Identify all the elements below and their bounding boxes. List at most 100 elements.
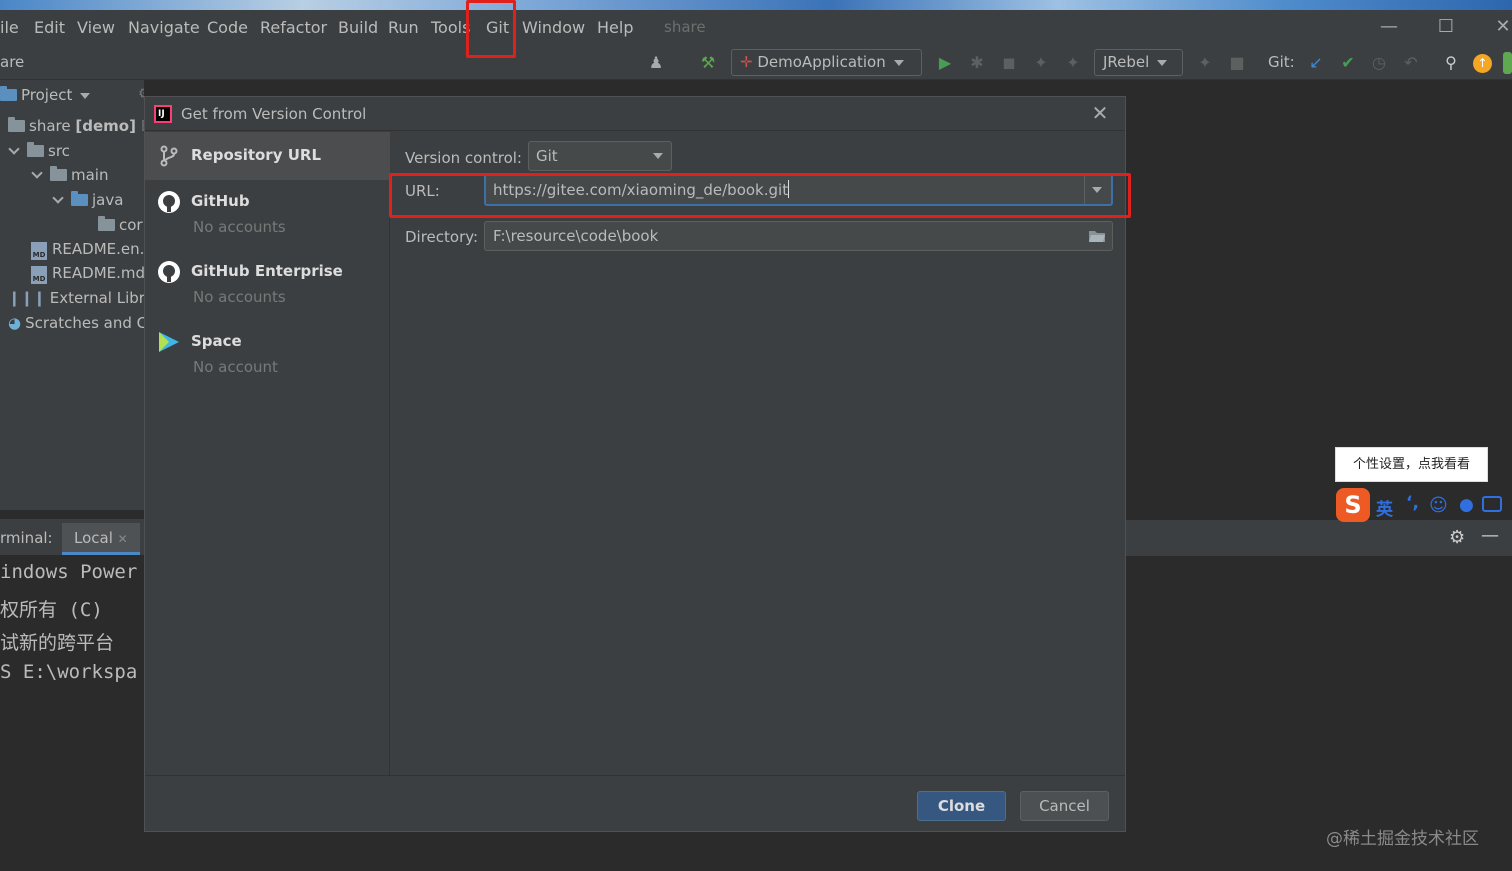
- tree-item-scratches[interactable]: ◕ Scratches and C: [8, 311, 144, 335]
- close-icon[interactable]: ✕: [1088, 101, 1112, 125]
- ime-toolbar: S 英 ‘, ☺ ●: [1336, 488, 1512, 522]
- git-label: Git:: [1268, 53, 1295, 71]
- menu-edit[interactable]: Edit: [34, 18, 65, 37]
- git-branch-icon: [160, 145, 178, 167]
- run-icon[interactable]: ▶: [934, 52, 956, 74]
- punctuation-icon[interactable]: ‘,: [1406, 493, 1419, 513]
- hide-panel-icon[interactable]: —: [1481, 525, 1499, 546]
- sidebar-item-github[interactable]: GitHub No accounts: [145, 182, 390, 248]
- sogou-logo-icon[interactable]: S: [1336, 488, 1370, 522]
- settings-gear-icon[interactable]: ⚙: [1449, 527, 1465, 548]
- terminal-line: 权所有 (C): [0, 599, 103, 621]
- keyboard-icon[interactable]: [1482, 496, 1502, 512]
- coverage-icon[interactable]: ◼: [998, 52, 1020, 74]
- terminal-line: 试新的跨平台: [0, 632, 115, 654]
- maximize-icon[interactable]: ☐: [1434, 16, 1458, 40]
- profile-icon[interactable]: ✦: [1030, 52, 1052, 74]
- tool-window-header: ⚙ —: [1126, 520, 1512, 556]
- debug-icon[interactable]: ✱: [966, 52, 988, 74]
- plugin-icon[interactable]: [1503, 52, 1512, 74]
- markdown-file-icon: MD: [31, 242, 47, 260]
- close-tab-icon[interactable]: ✕: [118, 532, 128, 546]
- dialog-title-bar: IJ Get from Version Control ✕: [145, 97, 1125, 131]
- terminal-line: S E:\workspa: [0, 661, 138, 683]
- directory-label: Directory:: [405, 228, 479, 246]
- git-update-icon[interactable]: ↙: [1305, 52, 1327, 74]
- stop-icon[interactable]: ■: [1226, 52, 1248, 74]
- jrebel-run-icon[interactable]: ✦: [1062, 52, 1084, 74]
- dialog-title: Get from Version Control: [181, 105, 367, 123]
- menu-window[interactable]: Window: [522, 18, 585, 37]
- library-icon: ❙❙❙: [8, 289, 46, 307]
- tree-item-src[interactable]: src: [8, 139, 70, 163]
- spring-config-icon: ✛: [740, 53, 753, 71]
- menu-view[interactable]: View: [77, 18, 115, 37]
- git-rollback-icon[interactable]: ↶: [1400, 52, 1422, 74]
- sidebar-item-label: Space: [191, 332, 242, 350]
- scratches-icon: ◕: [8, 314, 22, 332]
- terminal-label: rminal:: [0, 529, 53, 547]
- sidebar-item-sublabel: No account: [193, 358, 278, 376]
- github-icon: [158, 191, 180, 213]
- url-field-highlight: [389, 173, 1131, 218]
- update-icon[interactable]: ↑: [1473, 54, 1492, 73]
- sidebar-item-label: Repository URL: [191, 146, 321, 164]
- ime-language-toggle[interactable]: 英: [1376, 495, 1393, 520]
- dialog-footer: Clone Cancel: [145, 775, 1125, 831]
- tree-item-java[interactable]: java: [52, 188, 123, 212]
- watermark: @稀土掘金技术社区: [1326, 829, 1479, 849]
- sidebar-item-sublabel: No accounts: [193, 288, 286, 306]
- minimize-icon[interactable]: —: [1377, 16, 1401, 40]
- menu-bar: ile Edit View Navigate Code Refactor Bui…: [0, 10, 1512, 46]
- menu-run[interactable]: Run: [388, 18, 419, 37]
- desktop-wallpaper-strip: [0, 0, 1512, 10]
- nav-breadcrumb[interactable]: are: [0, 53, 24, 71]
- menu-navigate[interactable]: Navigate: [128, 18, 200, 37]
- browse-folder-icon[interactable]: [1088, 229, 1106, 243]
- directory-input[interactable]: F:\resource\code\book: [484, 221, 1113, 251]
- menu-refactor[interactable]: Refactor: [260, 18, 327, 37]
- terminal-tab-local[interactable]: Local ✕: [62, 523, 140, 555]
- git-menu-highlight: [466, 0, 516, 58]
- jrebel-select[interactable]: JRebel: [1094, 49, 1183, 76]
- repository-url-form: Version control: Git URL: https://gitee.…: [391, 132, 1125, 775]
- tree-item-external-libraries[interactable]: ❙❙❙External Librarie: [8, 286, 144, 310]
- project-view-select[interactable]: Project: [0, 86, 91, 104]
- user-icon[interactable]: ♟: [645, 52, 667, 74]
- terminal-line: indows Power: [0, 561, 138, 583]
- git-commit-icon[interactable]: ✔: [1337, 52, 1359, 74]
- cancel-button[interactable]: Cancel: [1020, 791, 1109, 821]
- project-view-label: Project: [21, 86, 73, 104]
- markdown-file-icon: MD: [31, 266, 47, 284]
- space-icon: [159, 332, 179, 352]
- git-history-icon[interactable]: ◷: [1368, 52, 1390, 74]
- sidebar-item-github-enterprise[interactable]: GitHub Enterprise No accounts: [145, 252, 390, 318]
- sidebar-item-label: GitHub: [191, 192, 250, 210]
- emoji-icon[interactable]: ☺: [1429, 495, 1448, 516]
- tree-item-readme-en[interactable]: MD README.en.r: [31, 237, 144, 261]
- menu-code[interactable]: Code: [207, 18, 248, 37]
- sidebar-item-space[interactable]: Space No account: [145, 322, 390, 388]
- tree-item-readme[interactable]: MD README.md: [31, 261, 144, 285]
- close-window-icon[interactable]: ✕: [1491, 16, 1512, 40]
- sidebar-item-label: GitHub Enterprise: [191, 262, 343, 280]
- ime-tooltip[interactable]: 个性设置，点我看看: [1335, 447, 1488, 482]
- window-project-name: share: [664, 18, 706, 36]
- sidebar-item-sublabel: No accounts: [193, 218, 286, 236]
- jrebel-debug-icon[interactable]: ✦: [1194, 52, 1216, 74]
- menu-tools[interactable]: Tools: [431, 18, 470, 37]
- tree-item-share[interactable]: share [demo] E: [8, 114, 144, 138]
- menu-file[interactable]: ile: [0, 18, 19, 37]
- tree-item-main[interactable]: main: [31, 163, 108, 187]
- microphone-icon[interactable]: ●: [1459, 495, 1474, 515]
- clone-button[interactable]: Clone: [917, 791, 1006, 821]
- sidebar-item-repository-url[interactable]: Repository URL: [145, 132, 390, 180]
- search-icon[interactable]: ⚲: [1440, 52, 1462, 74]
- tree-item-package[interactable]: cor: [98, 213, 143, 237]
- run-config-select[interactable]: ✛ DemoApplication: [731, 49, 922, 76]
- build-hammer-icon[interactable]: ⚒: [697, 52, 719, 74]
- menu-build[interactable]: Build: [338, 18, 378, 37]
- version-control-select[interactable]: Git: [528, 141, 672, 171]
- terminal-header: rminal: Local ✕: [0, 519, 144, 555]
- menu-help[interactable]: Help: [597, 18, 633, 37]
